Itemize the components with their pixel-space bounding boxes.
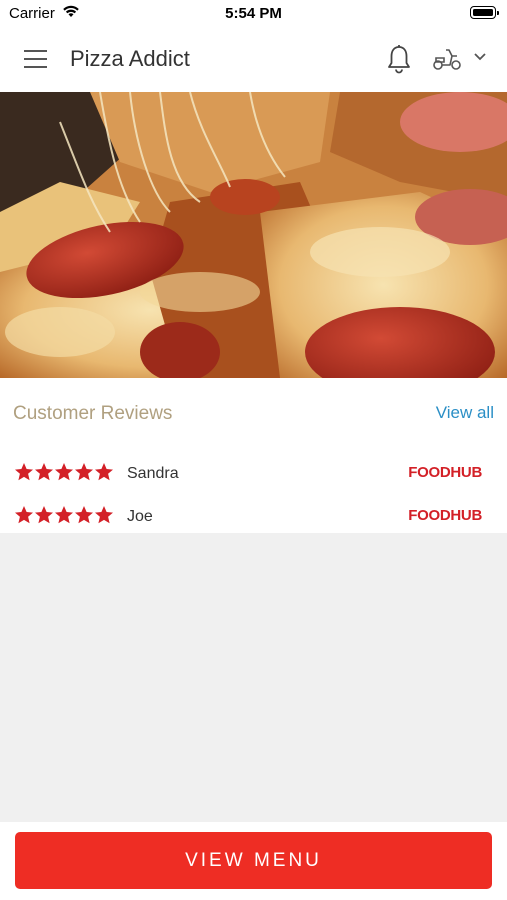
bottom-action-bar: VIEW MENU bbox=[0, 822, 507, 900]
five-star-rating-icon bbox=[15, 463, 113, 481]
hamburger-menu-icon[interactable] bbox=[24, 50, 47, 68]
status-bar: Carrier 5:54 PM bbox=[0, 0, 507, 28]
five-star-rating-icon bbox=[15, 506, 113, 524]
review-item: Joe FOODHUB bbox=[0, 503, 507, 531]
review-item: Sandra FOODHUB bbox=[0, 460, 507, 488]
restaurant-title: Pizza Addict bbox=[70, 46, 190, 71]
hero-image bbox=[0, 92, 507, 378]
reviews-title: Customer Reviews bbox=[13, 403, 173, 424]
customer-reviews-section: Customer Reviews View all Sandra FOODHUB bbox=[0, 378, 507, 533]
review-source-logo: FOODHUB bbox=[408, 507, 482, 524]
scooter-delivery-icon[interactable] bbox=[432, 46, 462, 72]
app-header: Pizza Addict bbox=[0, 28, 507, 92]
bell-icon[interactable] bbox=[387, 44, 411, 74]
battery-icon bbox=[470, 6, 499, 19]
view-menu-button[interactable]: VIEW MENU bbox=[15, 832, 492, 889]
reviewer-name: Sandra bbox=[127, 465, 179, 482]
view-all-reviews-link[interactable]: View all bbox=[436, 403, 494, 423]
review-source-logo: FOODHUB bbox=[408, 464, 482, 481]
status-time: 5:54 PM bbox=[225, 5, 282, 22]
chevron-down-icon[interactable] bbox=[473, 52, 487, 62]
reviewer-name: Joe bbox=[127, 508, 153, 525]
